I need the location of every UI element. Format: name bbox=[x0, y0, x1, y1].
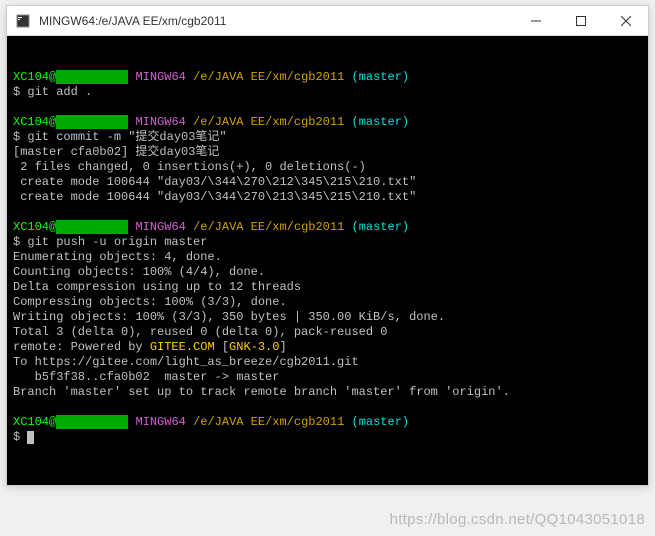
output-text: [ bbox=[215, 340, 229, 354]
prompt-symbol: $ bbox=[13, 85, 20, 99]
prompt-symbol: $ bbox=[13, 430, 20, 444]
prompt-redacted bbox=[56, 70, 128, 84]
prompt-user: XC104@ bbox=[13, 415, 56, 429]
prompt-redacted bbox=[56, 415, 128, 429]
prompt-symbol: $ bbox=[13, 130, 20, 144]
prompt-redacted bbox=[56, 115, 128, 129]
command-text: git push -u origin master bbox=[27, 235, 207, 249]
cursor bbox=[27, 431, 34, 444]
prompt-path: /e/JAVA EE/xm/cgb2011 bbox=[193, 415, 344, 429]
prompt-shell: MINGW64 bbox=[135, 220, 185, 234]
prompt-branch: (master) bbox=[352, 415, 410, 429]
prompt-path: /e/JAVA EE/xm/cgb2011 bbox=[193, 115, 344, 129]
prompt-path: /e/JAVA EE/xm/cgb2011 bbox=[193, 70, 344, 84]
output-line: Branch 'master' set up to track remote b… bbox=[13, 385, 510, 399]
output-line: Counting objects: 100% (4/4), done. bbox=[13, 265, 265, 279]
output-line: Delta compression using up to 12 threads bbox=[13, 280, 301, 294]
output-line: Compressing objects: 100% (3/3), done. bbox=[13, 295, 287, 309]
output-line: create mode 100644 "day03/\344\270\213\3… bbox=[13, 190, 416, 204]
gnk-text: GNK-3.0 bbox=[229, 340, 279, 354]
prompt-user: XC104@ bbox=[13, 220, 56, 234]
prompt-redacted bbox=[56, 220, 128, 234]
prompt-shell: MINGW64 bbox=[135, 415, 185, 429]
prompt-user: XC104@ bbox=[13, 115, 56, 129]
prompt-path: /e/JAVA EE/xm/cgb2011 bbox=[193, 220, 344, 234]
command-text: git commit -m "提交day03笔记" bbox=[27, 130, 226, 144]
command-text: git add . bbox=[27, 85, 92, 99]
window-controls bbox=[513, 6, 648, 36]
output-line: Enumerating objects: 4, done. bbox=[13, 250, 222, 264]
close-button[interactable] bbox=[603, 6, 648, 36]
prompt-branch: (master) bbox=[352, 115, 410, 129]
terminal-window: MINGW64:/e/JAVA EE/xm/cgb2011 XC104@ MIN… bbox=[6, 5, 649, 486]
prompt-shell: MINGW64 bbox=[135, 115, 185, 129]
terminal-line: XC104@ MINGW64 /e/JAVA EE/xm/cgb2011 (ma… bbox=[13, 55, 642, 445]
prompt-symbol: $ bbox=[13, 235, 20, 249]
output-line: [master cfa0b02] 提交day03笔记 bbox=[13, 145, 219, 159]
gitee-link: GITEE.COM bbox=[150, 340, 215, 354]
output-line: Writing objects: 100% (3/3), 350 bytes |… bbox=[13, 310, 445, 324]
output-line: create mode 100644 "day03/\344\270\212\3… bbox=[13, 175, 416, 189]
prompt-branch: (master) bbox=[352, 70, 410, 84]
output-line: 2 files changed, 0 insertions(+), 0 dele… bbox=[13, 160, 366, 174]
prompt-shell: MINGW64 bbox=[135, 70, 185, 84]
window-title: MINGW64:/e/JAVA EE/xm/cgb2011 bbox=[39, 14, 513, 28]
prompt-branch: (master) bbox=[352, 220, 410, 234]
app-icon bbox=[15, 13, 31, 29]
output-line: Total 3 (delta 0), reused 0 (delta 0), p… bbox=[13, 325, 387, 339]
minimize-button[interactable] bbox=[513, 6, 558, 36]
terminal-content[interactable]: XC104@ MINGW64 /e/JAVA EE/xm/cgb2011 (ma… bbox=[7, 36, 648, 485]
prompt-user: XC104@ bbox=[13, 70, 56, 84]
output-line: remote: Powered by bbox=[13, 340, 150, 354]
output-line: To https://gitee.com/light_as_breeze/cgb… bbox=[13, 355, 359, 369]
output-text: ] bbox=[279, 340, 286, 354]
watermark: https://blog.csdn.net/QQ1043051018 bbox=[390, 511, 645, 528]
titlebar[interactable]: MINGW64:/e/JAVA EE/xm/cgb2011 bbox=[7, 6, 648, 36]
maximize-button[interactable] bbox=[558, 6, 603, 36]
output-line: b5f3f38..cfa0b02 master -> master bbox=[13, 370, 279, 384]
